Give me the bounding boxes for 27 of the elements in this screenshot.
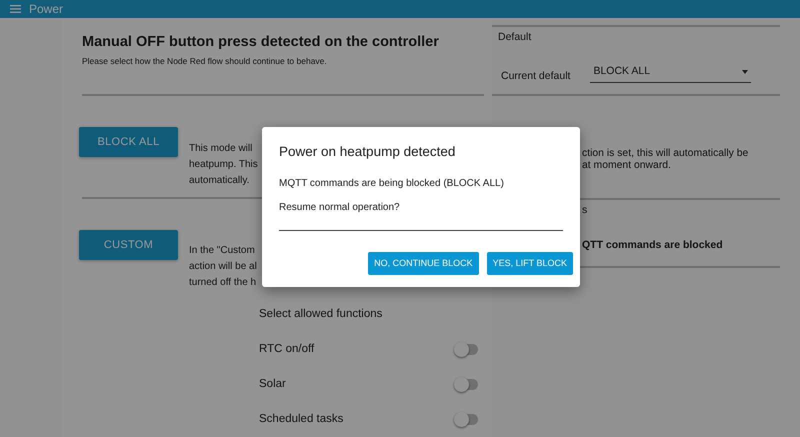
caret-icon: [742, 70, 748, 74]
menu-icon[interactable]: [10, 5, 21, 13]
function-label: RTC on/off: [259, 342, 314, 356]
panel-subtitle: Please select how the Node Red flow should continue to behave.: [82, 55, 328, 67]
cancel-button[interactable]: NO, CONTINUE BLOCK: [368, 252, 479, 275]
mode-button[interactable]: BLOCK ALL: [79, 127, 178, 157]
toggle-switch[interactable]: [455, 414, 478, 424]
section-heading: Default: [498, 30, 532, 44]
panel-title: Manual OFF button press detected on the controller: [82, 33, 440, 51]
function-label: Scheduled tasks: [259, 412, 344, 426]
function-label: Solar: [259, 376, 286, 392]
toggle-switch[interactable]: [455, 344, 478, 354]
mode-button[interactable]: CUSTOM: [79, 230, 178, 260]
section-heading: s: [582, 203, 588, 217]
confirm-button[interactable]: YES, LIFT BLOCK: [486, 252, 573, 275]
dialog-title: Power on heatpump detected: [279, 143, 456, 161]
select-field[interactable]: BLOCK ALL: [590, 64, 752, 83]
mode-description: This mode will heatpump. This automatically.: [189, 142, 258, 188]
section-heading: Select allowed functions: [259, 307, 384, 322]
mode-description: In the "Custom action will be al turned off the h: [189, 244, 257, 290]
status-text: QTT commands are blocked: [582, 238, 724, 252]
note-text: ction is set, this will automatically be at moment onward.: [582, 148, 750, 172]
dialog-text: Resume normal operation?: [279, 201, 401, 215]
dialog-text: MQTT commands are being blocked (BLOCK ALL): [279, 177, 505, 191]
toggle-switch[interactable]: [455, 378, 478, 390]
app-title: Power: [29, 2, 64, 16]
field-label: Current default: [501, 69, 570, 83]
